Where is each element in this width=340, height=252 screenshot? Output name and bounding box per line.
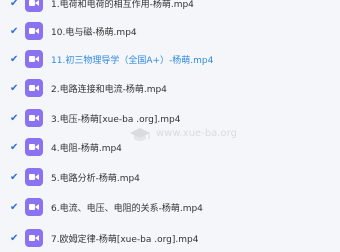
video-file-icon bbox=[25, 22, 43, 40]
check-icon[interactable]: ✔ bbox=[10, 202, 19, 213]
video-file-icon bbox=[25, 50, 43, 68]
check-icon[interactable]: ✔ bbox=[10, 113, 19, 124]
list-item[interactable]: ✔ 2.电路连接和电流-杨萌.mp4 bbox=[0, 75, 340, 101]
file-name: 7.欧姆定律-杨萌[xue-ba .org].mp4 bbox=[51, 234, 199, 245]
list-item[interactable]: ✔ 11.初三物理导学（全国A+）-杨萌.mp4 bbox=[0, 46, 340, 72]
video-file-icon bbox=[25, 168, 43, 186]
file-name: 2.电路连接和电流-杨萌.mp4 bbox=[51, 84, 167, 95]
file-name: 6.电流、电压、电阻的关系-杨萌.mp4 bbox=[51, 203, 203, 214]
check-icon[interactable]: ✔ bbox=[10, 0, 19, 9]
video-file-icon bbox=[25, 229, 43, 247]
check-icon[interactable]: ✔ bbox=[10, 172, 19, 183]
check-icon[interactable]: ✔ bbox=[10, 142, 19, 153]
list-item[interactable]: ✔ 1.电荷和电荷的相互作用-杨萌.mp4 bbox=[0, 0, 340, 16]
list-item[interactable]: ✔ 5.电路分析-杨萌.mp4 bbox=[0, 164, 340, 190]
check-icon[interactable]: ✔ bbox=[10, 54, 19, 65]
list-item[interactable]: ✔ 3.电压-杨萌[xue-ba .org].mp4 bbox=[0, 105, 340, 131]
file-name: 3.电压-杨萌[xue-ba .org].mp4 bbox=[51, 114, 181, 125]
video-file-icon bbox=[25, 198, 43, 216]
check-icon[interactable]: ✔ bbox=[10, 83, 19, 94]
list-item[interactable]: ✔ 6.电流、电压、电阻的关系-杨萌.mp4 bbox=[0, 194, 340, 220]
list-item[interactable]: ✔ 10.电与磁-杨萌.mp4 bbox=[0, 18, 340, 44]
list-item[interactable]: ✔ 7.欧姆定律-杨萌[xue-ba .org].mp4 bbox=[0, 225, 340, 251]
file-name: 11.初三物理导学（全国A+）-杨萌.mp4 bbox=[51, 55, 214, 66]
file-name: 1.电荷和电荷的相互作用-杨萌.mp4 bbox=[51, 0, 194, 10]
list-item[interactable]: ✔ 4.电阻-杨萌.mp4 bbox=[0, 134, 340, 160]
video-file-icon bbox=[25, 79, 43, 97]
file-name: 10.电与磁-杨萌.mp4 bbox=[51, 27, 137, 38]
file-name: 5.电路分析-杨萌.mp4 bbox=[51, 173, 140, 184]
check-icon[interactable]: ✔ bbox=[10, 233, 19, 244]
video-file-icon bbox=[25, 109, 43, 127]
video-file-icon bbox=[25, 138, 43, 156]
file-name: 4.电阻-杨萌.mp4 bbox=[51, 143, 122, 154]
check-icon[interactable]: ✔ bbox=[10, 26, 19, 37]
video-file-icon bbox=[25, 0, 43, 12]
